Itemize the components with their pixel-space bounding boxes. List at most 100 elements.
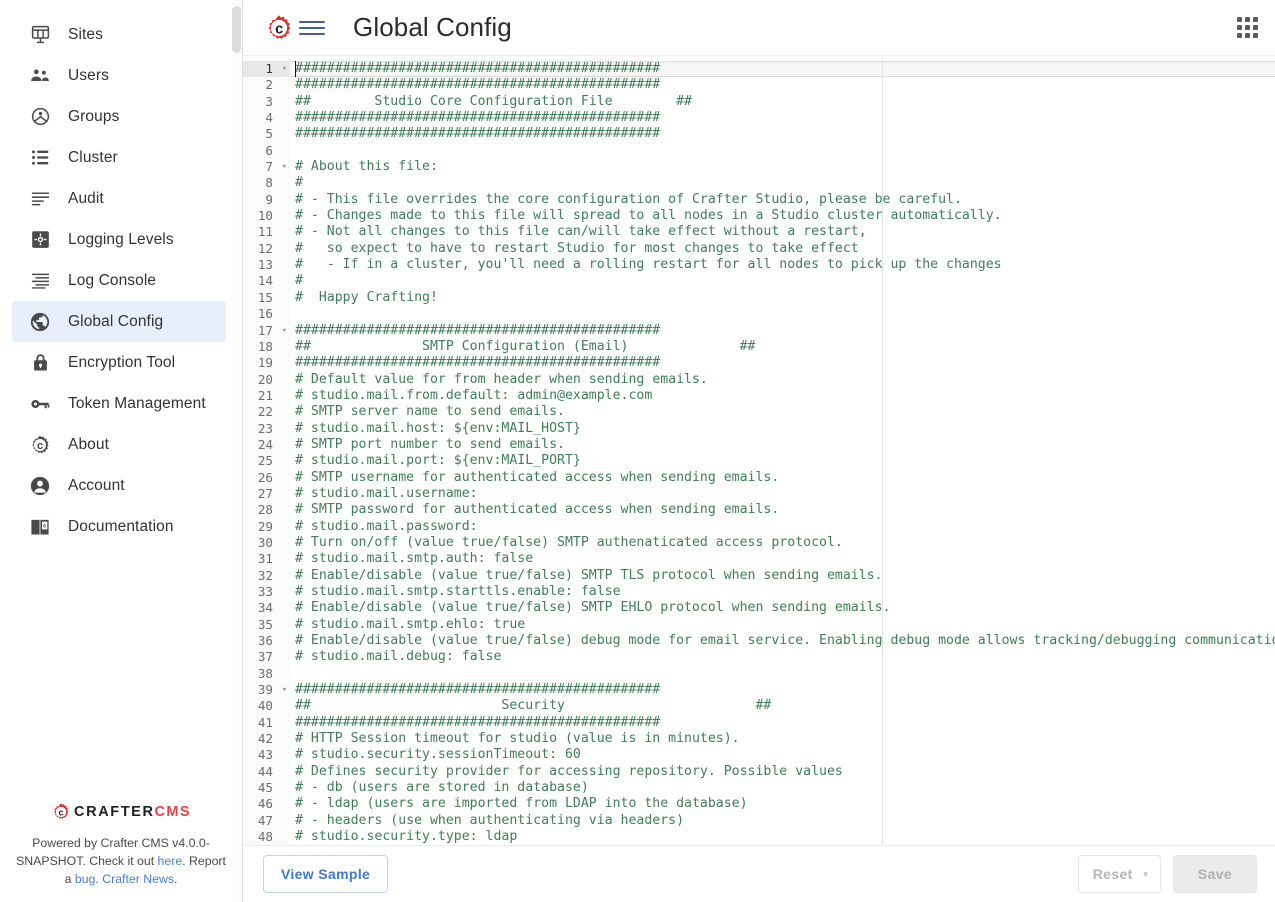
editor-line-number[interactable]: 28 — [243, 502, 290, 518]
code-fold-toggle-icon[interactable]: ▾ — [282, 323, 287, 339]
sidebar-item-audit[interactable]: Audit — [12, 178, 226, 219]
editor-code-line[interactable]: # studio.mail.port: ${env:MAIL_PORT} — [290, 453, 1275, 469]
editor-line-number[interactable]: 39 ▾ — [243, 682, 290, 698]
editor-code-line[interactable]: # SMTP username for authenticated access… — [290, 470, 1275, 486]
editor-code-line[interactable]: # Enable/disable (value true/false) SMTP… — [290, 600, 1275, 616]
editor-code-line[interactable]: # studio.mail.smtp.auth: false — [290, 551, 1275, 567]
editor-code-line[interactable]: # studio.security.type: ldap — [290, 829, 1275, 845]
editor-line-number[interactable]: 20 — [243, 372, 290, 388]
editor-code-line[interactable]: # - headers (use when authenticating via… — [290, 813, 1275, 829]
code-editor-container[interactable]: 1 ▾ 2 3 4 5 6 7 ▾ 8 9 10 11 12 13 14 15 16 17 ▾ 18 19 20 21 22 23… — [243, 56, 1275, 845]
editor-line-number[interactable]: 5 — [243, 126, 290, 142]
editor-line-number[interactable]: 22 — [243, 404, 290, 420]
editor-line-number[interactable]: 36 — [243, 633, 290, 649]
view-sample-button[interactable]: View Sample — [263, 855, 389, 893]
footer-link-bug[interactable]: bug — [75, 872, 96, 886]
editor-line-number[interactable]: 41 — [243, 715, 290, 731]
editor-line-number[interactable]: 14 — [243, 273, 290, 289]
editor-line-number[interactable]: 42 — [243, 731, 290, 747]
editor-line-number[interactable]: 37 — [243, 649, 290, 665]
editor-code-line[interactable]: # studio.mail.debug: false — [290, 649, 1275, 665]
sidebar-item-sites[interactable]: Sites — [12, 14, 226, 55]
reset-button[interactable]: Reset ▼ — [1077, 855, 1161, 893]
editor-line-number[interactable]: 8 — [243, 175, 290, 191]
sidebar-item-users[interactable]: Users — [12, 55, 226, 96]
editor-line-number[interactable]: 10 — [243, 208, 290, 224]
editor-code-line[interactable]: # SMTP server name to send emails. — [290, 404, 1275, 420]
editor-code-line[interactable]: # HTTP Session timeout for studio (value… — [290, 731, 1275, 747]
editor-code-line[interactable]: ## SMTP Configuration (Email) ## — [290, 339, 1275, 355]
editor-line-number[interactable]: 15 — [243, 290, 290, 306]
editor-code-line[interactable]: # - Not all changes to this file can/wil… — [290, 224, 1275, 240]
editor-code-line[interactable]: # - db (users are stored in database) — [290, 780, 1275, 796]
editor-code-line[interactable]: # studio.mail.username: — [290, 486, 1275, 502]
sidebar-item-about[interactable]: c About — [12, 424, 226, 465]
editor-code-line[interactable]: ## Security ## — [290, 698, 1275, 714]
footer-link-here[interactable]: here — [158, 854, 183, 868]
editor-code-line[interactable]: # SMTP port number to send emails. — [290, 437, 1275, 453]
sidebar-item-logging-levels[interactable]: Logging Levels — [12, 219, 226, 260]
editor-line-number[interactable]: 34 — [243, 600, 290, 616]
editor-code-line[interactable]: # Turn on/off (value true/false) SMTP au… — [290, 535, 1275, 551]
editor-line-number[interactable]: 16 — [243, 306, 290, 322]
editor-line-number[interactable]: 17 ▾ — [243, 323, 290, 339]
crafter-gear-icon[interactable]: c — [265, 14, 293, 42]
editor-code-line[interactable]: # studio.mail.host: ${env:MAIL_HOST} — [290, 421, 1275, 437]
editor-code-line[interactable]: # so expect to have to restart Studio fo… — [290, 241, 1275, 257]
editor-code-line[interactable]: ## Studio Core Configuration File ## — [290, 94, 1275, 110]
editor-line-number[interactable]: 33 — [243, 584, 290, 600]
editor-code-line[interactable]: # - If in a cluster, you'll need a rolli… — [290, 257, 1275, 273]
editor-code-line[interactable]: ########################################… — [290, 77, 1275, 93]
editor-line-number[interactable]: 26 — [243, 470, 290, 486]
code-fold-toggle-icon[interactable]: ▾ — [282, 682, 287, 698]
editor-code-line[interactable]: # — [290, 273, 1275, 289]
editor-code-line[interactable]: # studio.mail.from.default: admin@exampl… — [290, 388, 1275, 404]
editor-line-number[interactable]: 43 — [243, 747, 290, 763]
editor-code-line[interactable]: # Default value for from header when sen… — [290, 372, 1275, 388]
editor-line-number[interactable]: 4 — [243, 110, 290, 126]
editor-line-number[interactable]: 3 — [243, 94, 290, 110]
sidebar-item-groups[interactable]: Groups — [12, 96, 226, 137]
editor-code-line[interactable]: ########################################… — [290, 61, 1275, 78]
editor-line-number[interactable]: 25 — [243, 453, 290, 469]
editor-line-number[interactable]: 46 — [243, 796, 290, 812]
code-fold-toggle-icon[interactable]: ▾ — [282, 61, 287, 77]
sidebar-item-documentation[interactable]: c Documentation — [12, 506, 226, 547]
editor-line-number[interactable]: 38 — [243, 666, 290, 682]
editor-code-line[interactable] — [290, 666, 1275, 682]
editor-line-number[interactable]: 12 — [243, 241, 290, 257]
editor-code-line[interactable]: # Enable/disable (value true/false) SMTP… — [290, 568, 1275, 584]
sidebar-item-encryption-tool[interactable]: Encryption Tool — [12, 342, 226, 383]
editor-line-number[interactable]: 27 — [243, 486, 290, 502]
editor-code-line[interactable]: ########################################… — [290, 355, 1275, 371]
code-editor[interactable]: 1 ▾ 2 3 4 5 6 7 ▾ 8 9 10 11 12 13 14 15 16 17 ▾ 18 19 20 21 22 23… — [243, 56, 1275, 845]
editor-line-number[interactable]: 23 — [243, 421, 290, 437]
editor-code-line[interactable]: # - Changes made to this file will sprea… — [290, 208, 1275, 224]
editor-line-number[interactable]: 13 — [243, 257, 290, 273]
editor-line-number[interactable]: 31 — [243, 551, 290, 567]
apps-grid-icon[interactable] — [1233, 14, 1261, 42]
editor-code-line[interactable]: ########################################… — [290, 110, 1275, 126]
editor-code-line[interactable]: # SMTP password for authenticated access… — [290, 502, 1275, 518]
sidebar-item-cluster[interactable]: Cluster — [12, 137, 226, 178]
sidebar-scrollbar-thumb[interactable] — [232, 6, 241, 53]
editor-line-number[interactable]: 47 — [243, 813, 290, 829]
editor-line-number[interactable]: 18 — [243, 339, 290, 355]
editor-line-number[interactable]: 19 — [243, 355, 290, 371]
editor-code-line[interactable]: ########################################… — [290, 323, 1275, 339]
editor-code-line[interactable]: # Happy Crafting! — [290, 290, 1275, 306]
editor-code-line[interactable] — [290, 143, 1275, 159]
editor-line-number[interactable]: 21 — [243, 388, 290, 404]
editor-line-number[interactable]: 30 — [243, 535, 290, 551]
editor-line-number[interactable]: 24 — [243, 437, 290, 453]
editor-line-number[interactable]: 2 — [243, 77, 290, 93]
editor-line-number[interactable]: 11 — [243, 224, 290, 240]
editor-code-line[interactable]: # - ldap (users are imported from LDAP i… — [290, 796, 1275, 812]
editor-code-line[interactable]: # — [290, 175, 1275, 191]
editor-code-line[interactable]: ########################################… — [290, 715, 1275, 731]
editor-code-line[interactable]: ########################################… — [290, 682, 1275, 698]
save-button[interactable]: Save — [1172, 855, 1257, 893]
editor-line-number[interactable]: 35 — [243, 617, 290, 633]
editor-code-line[interactable]: # studio.security.sessionTimeout: 60 — [290, 747, 1275, 763]
editor-code-line[interactable] — [290, 306, 1275, 322]
